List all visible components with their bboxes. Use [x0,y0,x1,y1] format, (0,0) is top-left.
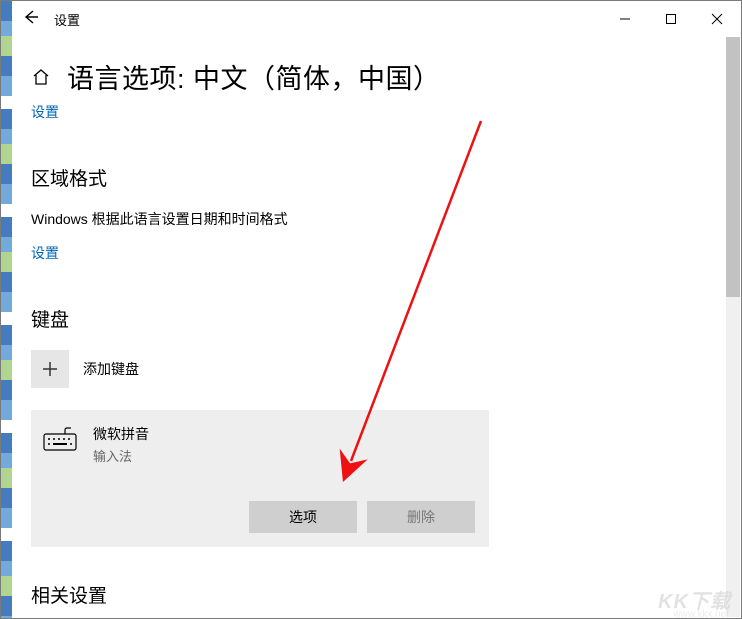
scrollbar-thumb[interactable] [726,37,740,297]
ime-name: 微软拼音 [93,424,149,444]
scrollbar[interactable] [726,37,740,617]
settings-link-top[interactable]: 设置 [31,102,59,122]
content-area: 语言选项: 中文（简体，中国） 设置 区域格式 Windows 根据此语言设置日… [31,57,721,618]
close-button[interactable] [694,3,740,35]
maximize-button[interactable] [648,3,694,35]
page-title: 语言选项: 中文（简体，中国） [67,57,441,96]
add-keyboard-label: 添加键盘 [83,359,139,379]
region-desc: Windows 根据此语言设置日期和时间格式 [31,209,721,229]
home-icon[interactable] [31,67,51,87]
keyboard-icon [41,424,79,454]
ime-sub: 输入法 [93,446,149,465]
window-title: 设置 [54,10,80,29]
related-heading: 相关设置 [31,581,721,608]
region-heading: 区域格式 [31,164,721,191]
plus-icon [31,350,69,388]
minimize-button[interactable] [602,3,648,35]
back-button[interactable] [22,8,40,31]
options-button[interactable]: 选项 [249,501,357,533]
add-keyboard-row[interactable]: 添加键盘 [31,350,721,388]
region-settings-link[interactable]: 设置 [31,243,59,263]
delete-button: 删除 [367,501,475,533]
titlebar: 设置 [12,1,740,37]
keyboard-heading: 键盘 [31,305,721,332]
ime-card[interactable]: 微软拼音 输入法 选项 删除 [31,410,489,547]
desktop-strip [1,1,12,618]
watermark-url: www.kkx.net [673,609,729,619]
